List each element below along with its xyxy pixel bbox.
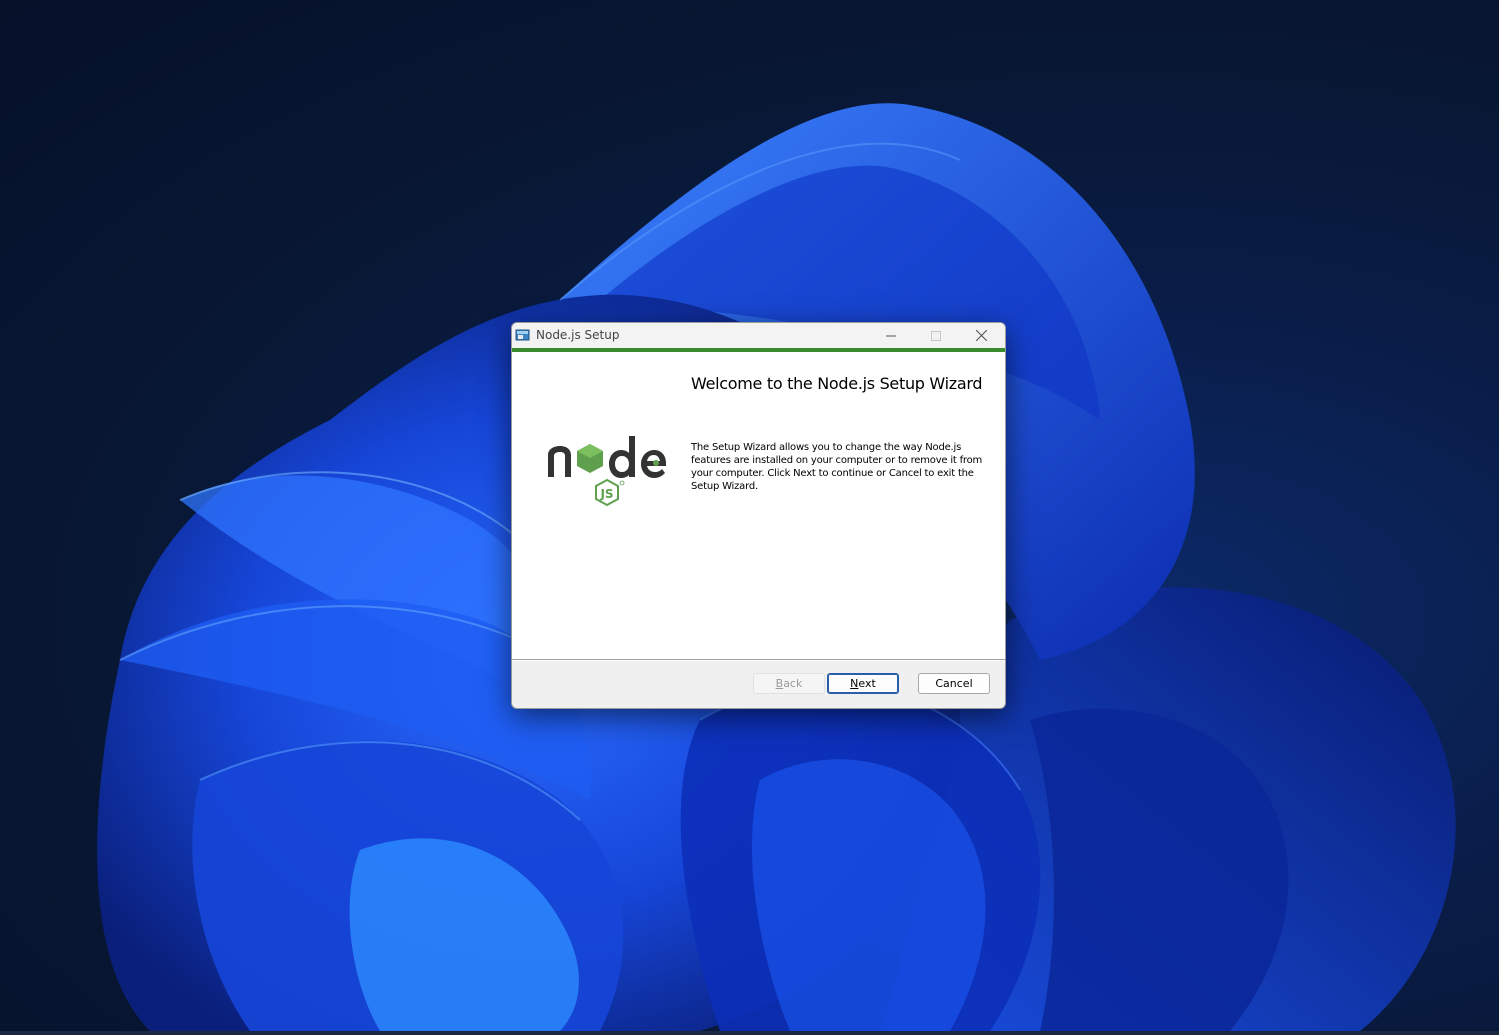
separator-highlight — [512, 660, 1005, 661]
taskbar-edge — [0, 1031, 1499, 1035]
minimize-button[interactable] — [868, 323, 913, 348]
next-button[interactable]: Next — [827, 673, 899, 694]
setup-window[interactable]: Node.js Setup JS Welcome to the Node.js … — [511, 322, 1006, 709]
title-bar[interactable]: Node.js Setup — [512, 323, 1005, 348]
back-button[interactable]: Back — [753, 673, 825, 694]
svg-text:JS: JS — [599, 487, 613, 501]
wizard-content: JS Welcome to the Node.js Setup Wizard T… — [512, 352, 1005, 659]
window-title: Node.js Setup — [536, 328, 620, 342]
back-label: ack — [783, 677, 803, 690]
nodejs-logo: JS — [548, 436, 666, 507]
cancel-button[interactable]: Cancel — [918, 673, 990, 694]
next-label: ext — [858, 677, 876, 690]
wizard-description: The Setup Wizard allows you to change th… — [691, 442, 983, 492]
wizard-heading: Welcome to the Node.js Setup Wizard — [691, 374, 983, 393]
maximize-icon — [930, 330, 941, 341]
close-icon — [976, 330, 987, 341]
minimize-icon — [885, 335, 896, 336]
maximize-button[interactable] — [913, 323, 958, 348]
installer-icon — [515, 329, 530, 341]
desktop: Node.js Setup JS Welcome to the Node.js … — [0, 0, 1499, 1035]
close-button[interactable] — [959, 323, 1004, 348]
